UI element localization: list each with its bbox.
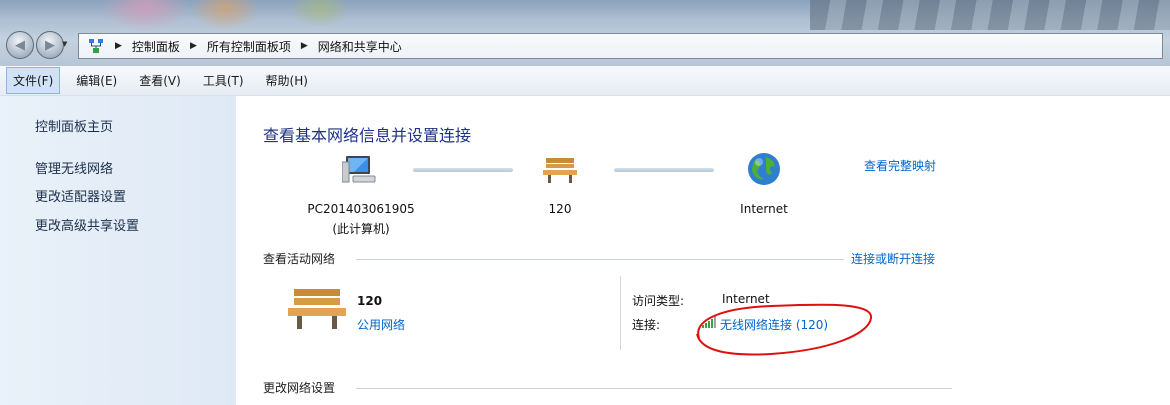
main-content: 查看基本网络信息并设置连接 查看完整映射 PC201403061905 (此计算… (236, 96, 1170, 405)
breadcrumb-network-sharing-center[interactable]: 网络和共享中心 (318, 38, 402, 55)
sidebar-item-advanced-sharing[interactable]: 更改高级共享设置 (35, 215, 139, 234)
menu-view[interactable]: 查看(V) (133, 68, 187, 93)
access-type-label: 访问类型: (632, 294, 685, 308)
sidebar: 控制面板主页 管理无线网络 更改适配器设置 更改高级共享设置 (0, 96, 236, 405)
connect-disconnect-link[interactable]: 连接或断开连接 (851, 250, 935, 267)
wireless-connection-link[interactable]: 无线网络连接 (120) (720, 316, 828, 333)
section-divider (356, 259, 844, 260)
wireless-signal-icon (702, 316, 716, 332)
breadcrumb-all-items[interactable]: 所有控制面板项 (207, 38, 291, 55)
menu-file[interactable]: 文件(F) (6, 67, 61, 94)
wallpaper-glow (290, 0, 350, 28)
change-network-settings-heading: 更改网络设置 (263, 381, 336, 395)
view-full-map-link[interactable]: 查看完整映射 (864, 157, 936, 174)
menu-help[interactable]: 帮助(H) (260, 68, 314, 93)
back-button[interactable]: ◀ (6, 31, 34, 59)
computer-sub-label: (此计算机) (332, 222, 390, 236)
menu-edit[interactable]: 编辑(E) (70, 68, 123, 93)
wallpaper-glow (100, 0, 190, 32)
sidebar-item-manage-wireless[interactable]: 管理无线网络 (35, 158, 113, 177)
breadcrumb-control-panel[interactable]: 控制面板 (132, 38, 180, 55)
connections-label: 连接: (632, 318, 661, 332)
internet-node-label: Internet (740, 202, 788, 216)
network-center-icon (87, 37, 105, 55)
globe-icon[interactable] (746, 151, 782, 191)
public-network-bench-icon[interactable] (543, 156, 577, 188)
forward-button[interactable]: ▶ (36, 31, 64, 59)
computer-name-label: PC201403061905 (307, 202, 415, 216)
chevron-right-icon[interactable]: ▶ (190, 41, 197, 51)
arrow-left-icon: ◀ (15, 37, 25, 53)
chevron-right-icon[interactable]: ▶ (301, 41, 308, 51)
active-networks-heading: 查看活动网络 (263, 252, 336, 266)
arrow-right-icon: ▶ (45, 37, 55, 53)
public-network-bench-icon (288, 287, 346, 335)
sidebar-item-control-panel-home[interactable]: 控制面板主页 (35, 116, 113, 135)
menu-tools[interactable]: 工具(T) (197, 68, 250, 93)
sidebar-item-change-adapter[interactable]: 更改适配器设置 (35, 186, 126, 205)
connection-line (413, 168, 513, 172)
network-node-label: 120 (548, 202, 572, 216)
menu-bar: 文件(F) 编辑(E) 查看(V) 工具(T) 帮助(H) (0, 66, 1170, 96)
page-title: 查看基本网络信息并设置连接 (263, 126, 472, 145)
navigation-buttons: ◀ ▶ (6, 31, 70, 59)
wallpaper-keyboard (810, 0, 1170, 30)
network-type-link[interactable]: 公用网络 (357, 316, 405, 333)
wallpaper-glow (190, 0, 260, 31)
computer-icon[interactable] (341, 154, 378, 190)
connection-line (614, 168, 714, 172)
section-divider (356, 388, 952, 389)
address-bar[interactable]: ▶ 控制面板 ▶ 所有控制面板项 ▶ 网络和共享中心 (78, 33, 1163, 59)
access-type-value: Internet (722, 292, 770, 306)
vertical-divider (620, 276, 621, 350)
window-titlebar: ◀ ▶ ▼ ▶ 控制面板 ▶ 所有控制面板项 ▶ 网络和共享中心 (0, 0, 1170, 66)
chevron-right-icon[interactable]: ▶ (115, 41, 122, 51)
recent-pages-dropdown-icon[interactable]: ▼ (62, 40, 70, 48)
active-network-name: 120 (357, 294, 383, 308)
